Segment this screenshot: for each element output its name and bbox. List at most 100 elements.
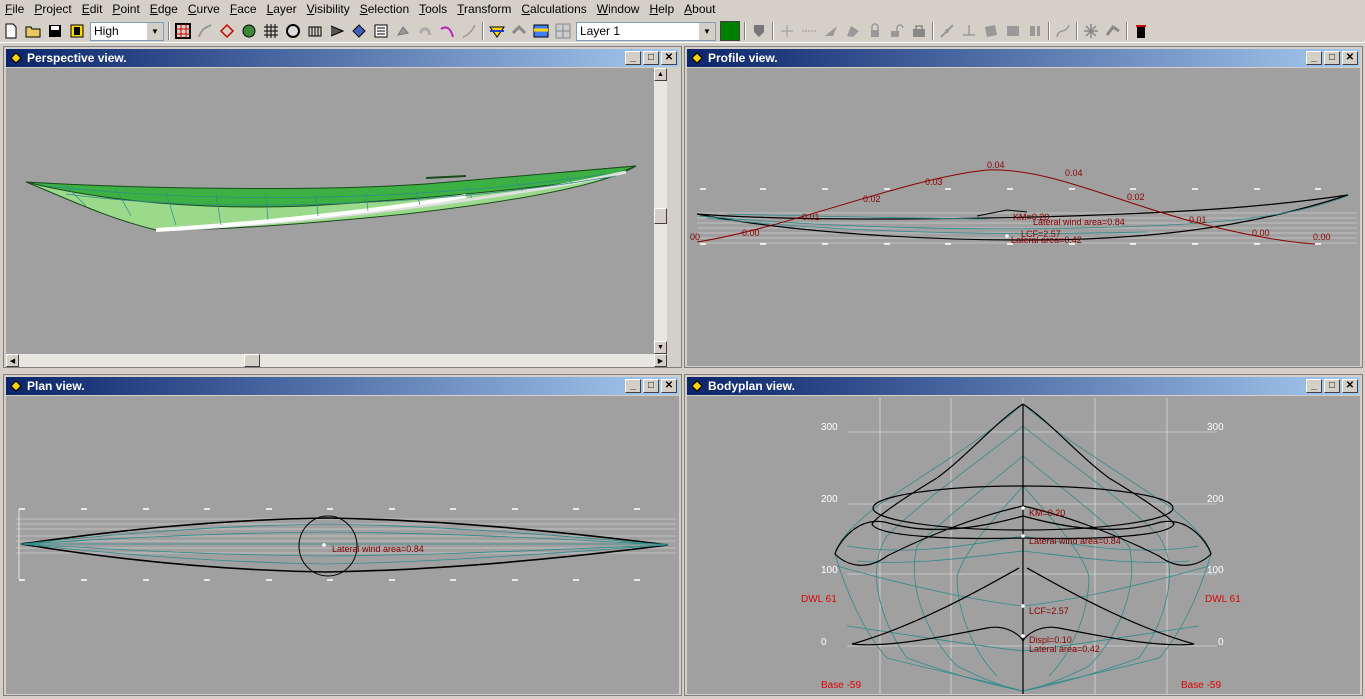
edge-split-icon[interactable]	[936, 20, 958, 42]
menu-tools[interactable]: Tools	[414, 0, 452, 19]
maximize-button[interactable]: □	[643, 51, 659, 65]
menu-file[interactable]: File	[0, 0, 29, 19]
menu-transform[interactable]: Transform	[452, 0, 516, 19]
menu-visibility[interactable]: Visibility	[302, 0, 355, 19]
scroll-thumb[interactable]	[244, 354, 260, 367]
area-label-9: 0.00	[1252, 228, 1270, 238]
layer-select[interactable]: Layer 1 ▼	[576, 21, 716, 41]
collapse-icon[interactable]	[820, 20, 842, 42]
save-icon[interactable]	[44, 20, 66, 42]
vertical-scrollbar[interactable]: ▲ ▼	[654, 68, 667, 354]
bodyplan-lateral-area-label: Lateral area=0.42	[1029, 644, 1100, 654]
grid-icon[interactable]	[260, 20, 282, 42]
layer-grid-icon[interactable]	[552, 20, 574, 42]
lock-all-icon[interactable]	[908, 20, 930, 42]
maximize-button[interactable]: □	[1324, 51, 1340, 65]
scroll-left-arrow[interactable]: ◀	[6, 354, 19, 367]
window-icon	[8, 50, 24, 66]
menu-help[interactable]: Help	[644, 0, 679, 19]
menu-selection[interactable]: Selection	[355, 0, 414, 19]
close-button[interactable]: ✕	[1342, 51, 1358, 65]
markers-icon[interactable]	[414, 20, 436, 42]
chevron-down-icon[interactable]: ▼	[146, 22, 163, 40]
flowlines-icon[interactable]	[392, 20, 414, 42]
close-button[interactable]: ✕	[661, 379, 677, 393]
control-net-icon[interactable]	[172, 20, 194, 42]
scroll-down-arrow[interactable]: ▼	[654, 341, 667, 354]
menu-face[interactable]: Face	[225, 0, 262, 19]
edge-extrude-icon[interactable]	[958, 20, 980, 42]
maximize-button[interactable]: □	[643, 379, 659, 393]
hull-3d	[25, 165, 637, 232]
menu-layer[interactable]: Layer	[262, 0, 302, 19]
perspective-viewport[interactable]: ▲ ▼	[6, 68, 667, 354]
menu-project[interactable]: Project	[29, 0, 76, 19]
area-label-5: 0.04	[987, 160, 1005, 170]
maximize-button[interactable]: □	[1324, 379, 1340, 393]
interior-edges-icon[interactable]	[216, 20, 238, 42]
insert-point-icon[interactable]	[798, 20, 820, 42]
window-icon	[689, 50, 705, 66]
stations-icon[interactable]	[304, 20, 326, 42]
diagonals-icon[interactable]	[370, 20, 392, 42]
horizontal-scrollbar[interactable]: ◀ ▶	[6, 354, 667, 367]
export-icon[interactable]	[66, 20, 88, 42]
layers-icon[interactable]	[508, 20, 530, 42]
plan-viewport[interactable]: Lateral wind area=0.84	[6, 396, 679, 694]
scroll-thumb[interactable]	[654, 208, 667, 224]
wind-marker	[1021, 534, 1025, 538]
minimize-button[interactable]: _	[625, 379, 641, 393]
lcf-marker	[1021, 604, 1025, 608]
buttocks-icon[interactable]	[326, 20, 348, 42]
shield-icon[interactable]	[748, 20, 770, 42]
sphere-icon[interactable]	[282, 20, 304, 42]
layer-color-swatch[interactable]	[720, 21, 740, 41]
menu-window[interactable]: Window	[592, 0, 645, 19]
minimize-button[interactable]: _	[1306, 379, 1322, 393]
new-file-icon[interactable]	[0, 20, 22, 42]
chevron-down-icon[interactable]: ▼	[698, 22, 715, 40]
menu-about[interactable]: About	[679, 0, 720, 19]
menu-calculations[interactable]: Calculations	[516, 0, 591, 19]
toolbar-separator	[770, 21, 776, 41]
unlock-icon[interactable]	[886, 20, 908, 42]
intersect-icon[interactable]	[842, 20, 864, 42]
lock-icon[interactable]	[864, 20, 886, 42]
curvature-plot-icon[interactable]	[436, 20, 458, 42]
delete-icon[interactable]	[1130, 20, 1152, 42]
menu-curve[interactable]: Curve	[183, 0, 225, 19]
menu-edge[interactable]: Edge	[145, 0, 183, 19]
area-label-8: 0.01	[1189, 215, 1207, 225]
bodyplan-viewport[interactable]: 300 200 100 0 300 200 100 0 DWL 61 DWL 6…	[687, 396, 1360, 694]
menu-edit[interactable]: Edit	[77, 0, 108, 19]
bodyplan-km-label: KM=0.20	[1029, 508, 1065, 518]
face-new-icon[interactable]	[980, 20, 1002, 42]
precision-select[interactable]: High ▼	[90, 21, 164, 41]
curvature-icon[interactable]	[194, 20, 216, 42]
perspective-canvas	[25, 165, 637, 232]
close-button[interactable]: ✕	[661, 51, 677, 65]
add-point-icon[interactable]	[776, 20, 798, 42]
open-folder-icon[interactable]	[22, 20, 44, 42]
height-label-300-left: 300	[821, 422, 838, 433]
remove-unused-icon[interactable]	[1102, 20, 1124, 42]
window-icon	[8, 378, 24, 394]
menu-point[interactable]: Point	[107, 0, 144, 19]
curve-new-icon[interactable]	[1052, 20, 1074, 42]
layer-properties-icon[interactable]	[530, 20, 552, 42]
km-marker	[1021, 506, 1025, 510]
minimize-button[interactable]: _	[625, 51, 641, 65]
check-model-icon[interactable]	[1080, 20, 1102, 42]
spline-icon[interactable]	[458, 20, 480, 42]
profile-viewport[interactable]: 00 0.00 0.01 0.02 0.03 0.04 0.04 0.02 0.…	[687, 68, 1360, 366]
scroll-right-arrow[interactable]: ▶	[654, 354, 667, 367]
close-button[interactable]: ✕	[1342, 379, 1358, 393]
face-mirror-icon[interactable]	[1024, 20, 1046, 42]
shade-icon[interactable]	[238, 20, 260, 42]
face-flip-icon[interactable]	[1002, 20, 1024, 42]
minimize-button[interactable]: _	[1306, 51, 1322, 65]
bodyplan-lateral-wind-label: Lateral wind area=0.84	[1029, 536, 1121, 546]
hydrostatics-icon[interactable]	[486, 20, 508, 42]
waterlines-icon[interactable]	[348, 20, 370, 42]
scroll-up-arrow[interactable]: ▲	[654, 68, 667, 81]
